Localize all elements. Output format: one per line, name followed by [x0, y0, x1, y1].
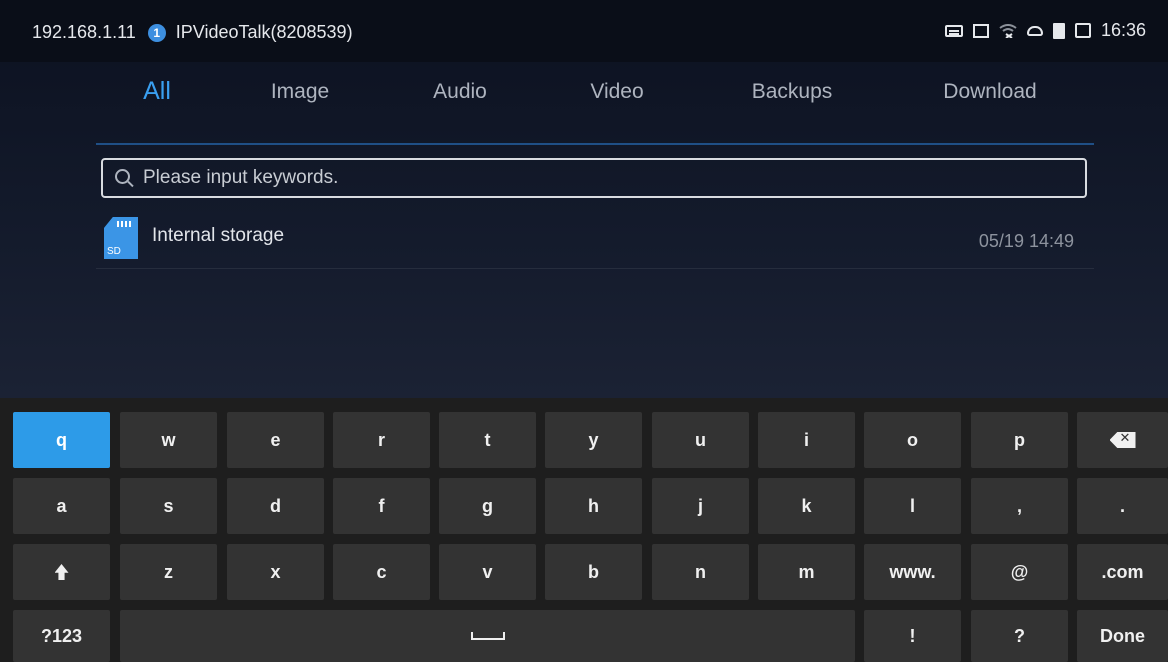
key-m[interactable]: m — [758, 544, 855, 600]
message-icon — [1074, 23, 1091, 38]
key-comma[interactable]: , — [971, 478, 1068, 534]
key-q[interactable]: q — [13, 412, 110, 468]
search-input[interactable]: Please input keywords. — [101, 158, 1087, 198]
key-j[interactable]: j — [652, 478, 749, 534]
key-f[interactable]: f — [333, 478, 430, 534]
tab-backups[interactable]: Backups — [752, 80, 833, 104]
account-name: IPVideoTalk(8208539) — [175, 22, 353, 42]
key-r[interactable]: r — [333, 412, 430, 468]
status-right: 16:36 — [944, 20, 1146, 41]
key-p[interactable]: p — [971, 412, 1068, 468]
key-i[interactable]: i — [758, 412, 855, 468]
key-www[interactable]: www. — [864, 544, 961, 600]
key-u[interactable]: u — [652, 412, 749, 468]
account-icon: 1 — [147, 23, 166, 42]
key-exclamation[interactable]: ! — [864, 610, 961, 662]
ip-address: 192.168.1.11 — [32, 22, 136, 42]
sd-icon-label: SD — [107, 246, 121, 257]
tab-download[interactable]: Download — [943, 80, 1036, 104]
key-k[interactable]: k — [758, 478, 855, 534]
clock: 16:36 — [1100, 20, 1146, 40]
key-x[interactable]: x — [227, 544, 324, 600]
tab-video[interactable]: Video — [590, 80, 643, 104]
storage-name: Internal storage — [152, 225, 285, 246]
space-key[interactable] — [120, 610, 855, 662]
search-placeholder: Please input keywords. — [143, 167, 339, 188]
key-w[interactable]: w — [120, 412, 217, 468]
key-b[interactable]: b — [545, 544, 642, 600]
cloud-icon — [1026, 25, 1043, 36]
sd-card-icon: SD — [104, 217, 138, 259]
key-z[interactable]: z — [120, 544, 217, 600]
symbols-key[interactable]: ?123 — [13, 610, 110, 662]
key-o[interactable]: o — [864, 412, 961, 468]
key-y[interactable]: y — [545, 412, 642, 468]
list-item-internal-storage[interactable]: SD Internal storage 05/19 14:49 — [96, 210, 1094, 269]
shift-key[interactable] — [13, 544, 110, 600]
search-icon — [115, 168, 130, 184]
backspace-key[interactable] — [1077, 412, 1168, 468]
storage-date: 05/19 14:49 — [978, 231, 1074, 251]
key-d[interactable]: d — [227, 478, 324, 534]
key-a[interactable]: a — [13, 478, 110, 534]
key-at[interactable]: @ — [971, 544, 1068, 600]
key-t[interactable]: t — [439, 412, 536, 468]
shift-icon — [54, 564, 69, 580]
key-s[interactable]: s — [120, 478, 217, 534]
key-h[interactable]: h — [545, 478, 642, 534]
sd-card-icon — [1052, 22, 1065, 39]
key-n[interactable]: n — [652, 544, 749, 600]
status-bar: 192.168.1.11 1 IPVideoTalk(8208539) 16:3… — [0, 0, 1168, 62]
key-dotcom[interactable]: .com — [1077, 544, 1168, 600]
key-e[interactable]: e — [227, 412, 324, 468]
on-screen-keyboard: q w e r t y u i o p a s d f g h j k l , … — [0, 398, 1168, 662]
category-tabs: All Image Audio Video Backups Download — [0, 77, 1168, 120]
tab-all[interactable]: All — [143, 77, 171, 106]
key-question[interactable]: ? — [971, 610, 1068, 662]
file-manager-screen: 192.168.1.11 1 IPVideoTalk(8208539) 16:3… — [0, 0, 1168, 398]
key-c[interactable]: c — [333, 544, 430, 600]
key-g[interactable]: g — [439, 478, 536, 534]
backspace-icon — [1109, 432, 1136, 448]
key-l[interactable]: l — [864, 478, 961, 534]
done-key[interactable]: Done — [1077, 610, 1168, 662]
screen-icon — [972, 23, 989, 38]
tab-divider — [96, 143, 1094, 145]
space-icon — [470, 632, 505, 640]
tab-audio[interactable]: Audio — [433, 80, 487, 104]
tab-image[interactable]: Image — [271, 80, 329, 104]
wifi-icon — [999, 23, 1017, 38]
status-left: 192.168.1.11 1 IPVideoTalk(8208539) — [32, 22, 353, 43]
key-period[interactable]: . — [1077, 478, 1168, 534]
key-v[interactable]: v — [439, 544, 536, 600]
keyboard-icon — [944, 24, 963, 37]
